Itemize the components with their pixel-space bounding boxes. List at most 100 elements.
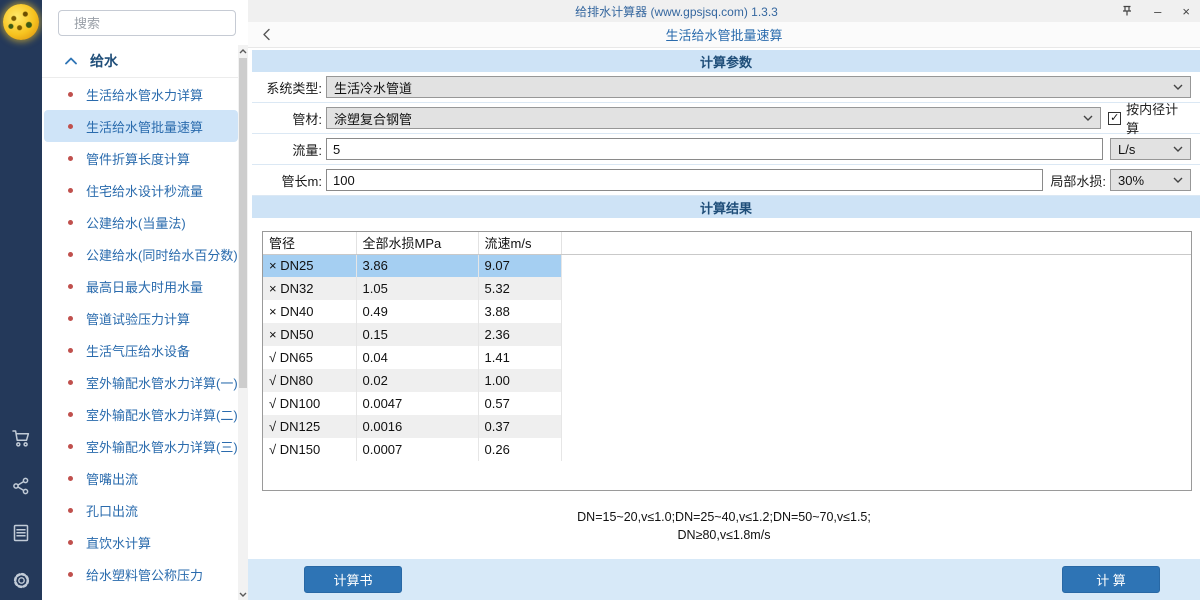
sidebar-item-1[interactable]: 生活给水管批量速算: [44, 110, 238, 142]
row-loss: 0.15: [356, 323, 478, 346]
sidebar-item-0[interactable]: 生活给水管水力详算: [44, 78, 238, 110]
sidebar-item-14[interactable]: 直饮水计算: [44, 526, 238, 558]
flow-unit-value: L/s: [1118, 142, 1167, 157]
checkbox-check-icon: ✓: [1108, 112, 1121, 125]
sidebar-item-5[interactable]: 公建给水(同时给水百分数): [44, 238, 238, 270]
sidebar-item-6[interactable]: 最高日最大时用水量: [44, 270, 238, 302]
bullet-icon: [68, 476, 73, 481]
sidebar-item-label: 孔口出流: [86, 501, 138, 520]
sidebar-item-label: 生活气压给水设备: [86, 341, 190, 360]
local-loss-select[interactable]: 30%: [1110, 169, 1191, 191]
results-table: 管径 全部水损MPa 流速m/s × DN253.869.07 × DN321.…: [262, 231, 1192, 491]
table-row[interactable]: × DN400.493.88: [263, 300, 1191, 323]
sidebar-item-label: 管件折算长度计算: [86, 149, 190, 168]
chevron-down-icon: [1083, 115, 1093, 121]
sidebar-item-9[interactable]: 室外输配水管水力详算(一): [44, 366, 238, 398]
col-header-loss[interactable]: 全部水损MPa: [356, 232, 478, 254]
report-button[interactable]: 计算书: [304, 566, 402, 593]
chevron-down-icon: [1173, 84, 1183, 90]
table-header-row: 管径 全部水损MPa 流速m/s: [263, 232, 1191, 254]
row-loss: 0.02: [356, 369, 478, 392]
bullet-icon: [68, 156, 73, 161]
bullet-icon: [68, 124, 73, 129]
sidebar-item-4[interactable]: 公建给水(当量法): [44, 206, 238, 238]
row-mark: √: [269, 396, 276, 411]
scrollbar-thumb[interactable]: [239, 58, 247, 388]
cart-icon[interactable]: [10, 427, 32, 449]
table-row[interactable]: √ DN800.021.00: [263, 369, 1191, 392]
material-label: 管材:: [252, 109, 322, 128]
sidebar-item-label: 管道试验压力计算: [86, 309, 190, 328]
flow-unit-select[interactable]: L/s: [1110, 138, 1191, 160]
row-mark: √: [269, 373, 276, 388]
inner-diameter-checkbox[interactable]: ✓ 按内径计算: [1108, 99, 1191, 137]
sidebar-item-10[interactable]: 室外输配水管水力详算(二): [44, 398, 238, 430]
row-loss: 0.0016: [356, 415, 478, 438]
pin-icon[interactable]: [1121, 5, 1133, 17]
bullet-icon: [68, 252, 73, 257]
table-row[interactable]: × DN253.869.07: [263, 254, 1191, 277]
sidebar-item-3[interactable]: 住宅给水设计秒流量: [44, 174, 238, 206]
row-velocity: 0.37: [478, 415, 561, 438]
table-row[interactable]: √ DN1000.00470.57: [263, 392, 1191, 415]
row-loss: 0.04: [356, 346, 478, 369]
sidebar-item-label: 给水塑料管公称压力: [86, 565, 203, 584]
scroll-down-icon[interactable]: [238, 588, 248, 600]
left-icon-rail: [0, 0, 42, 600]
flow-input[interactable]: [326, 138, 1103, 160]
sidebar: 给水 生活给水管水力详算 生活给水管批量速算 管件折算长度计算 住宅给水设计秒流…: [42, 0, 248, 600]
menu-section-label: 给水: [90, 51, 118, 71]
row-dn: DN100: [280, 396, 320, 411]
row-loss: 1.05: [356, 277, 478, 300]
table-row[interactable]: × DN321.055.32: [263, 277, 1191, 300]
search-box[interactable]: [58, 10, 236, 36]
back-icon[interactable]: [262, 28, 271, 41]
pipe-length-row: 管长m: 局部水损: 30%: [252, 165, 1200, 196]
share-icon[interactable]: [11, 476, 31, 496]
window-title: 给排水计算器 (www.gpsjsq.com) 1.3.3: [248, 3, 1200, 20]
table-row[interactable]: √ DN1500.00070.26: [263, 438, 1191, 461]
table-row[interactable]: × DN500.152.36: [263, 323, 1191, 346]
system-type-select[interactable]: 生活冷水管道: [326, 76, 1191, 98]
sidebar-item-7[interactable]: 管道试验压力计算: [44, 302, 238, 334]
row-loss: 3.86: [356, 254, 478, 277]
document-icon[interactable]: [11, 523, 31, 543]
scroll-up-icon[interactable]: [238, 45, 248, 57]
flow-row: 流量: L/s: [252, 134, 1200, 165]
bullet-icon: [68, 92, 73, 97]
row-velocity: 3.88: [478, 300, 561, 323]
row-dn: DN50: [280, 327, 313, 342]
sidebar-item-11[interactable]: 室外输配水管水力详算(三): [44, 430, 238, 462]
bullet-icon: [68, 284, 73, 289]
note-line-1: DN=15~20,v≤1.0;DN=25~40,v≤1.2;DN=50~70,v…: [248, 508, 1200, 526]
sidebar-item-13[interactable]: 孔口出流: [44, 494, 238, 526]
table-row[interactable]: √ DN650.041.41: [263, 346, 1191, 369]
params-section-bar: 计算参数: [252, 50, 1200, 72]
params-form: 系统类型: 生活冷水管道 管材: 涂塑复合钢管 ✓ 按内径计算 流量:: [252, 72, 1200, 196]
material-select[interactable]: 涂塑复合钢管: [326, 107, 1101, 129]
velocity-note: DN=15~20,v≤1.0;DN=25~40,v≤1.2;DN=50~70,v…: [248, 508, 1200, 544]
sidebar-item-12[interactable]: 管嘴出流: [44, 462, 238, 494]
sidebar-item-2[interactable]: 管件折算长度计算: [44, 142, 238, 174]
row-velocity: 5.32: [478, 277, 561, 300]
col-header-velocity[interactable]: 流速m/s: [478, 232, 561, 254]
pipe-length-input[interactable]: [326, 169, 1043, 191]
menu-section-water-supply[interactable]: 给水: [42, 45, 238, 78]
flow-label: 流量:: [252, 140, 322, 159]
row-velocity: 1.41: [478, 346, 561, 369]
sidebar-menu: 给水 生活给水管水力详算 生活给水管批量速算 管件折算长度计算 住宅给水设计秒流…: [42, 45, 238, 590]
sidebar-item-label: 生活给水管批量速算: [86, 117, 203, 136]
col-header-dn[interactable]: 管径: [263, 232, 356, 254]
page-title: 生活给水管批量速算: [665, 25, 782, 44]
calculate-button[interactable]: 计 算: [1062, 566, 1160, 593]
close-icon[interactable]: ×: [1182, 5, 1190, 18]
bullet-icon: [68, 572, 73, 577]
search-input[interactable]: [74, 16, 250, 31]
minimize-icon[interactable]: –: [1154, 5, 1161, 18]
bullet-icon: [68, 316, 73, 321]
sidebar-item-8[interactable]: 生活气压给水设备: [44, 334, 238, 366]
table-row[interactable]: √ DN1250.00160.37: [263, 415, 1191, 438]
sidebar-item-15[interactable]: 给水塑料管公称压力: [44, 558, 238, 590]
sidebar-item-label: 公建给水(当量法): [86, 213, 186, 232]
gear-icon[interactable]: [11, 570, 32, 591]
